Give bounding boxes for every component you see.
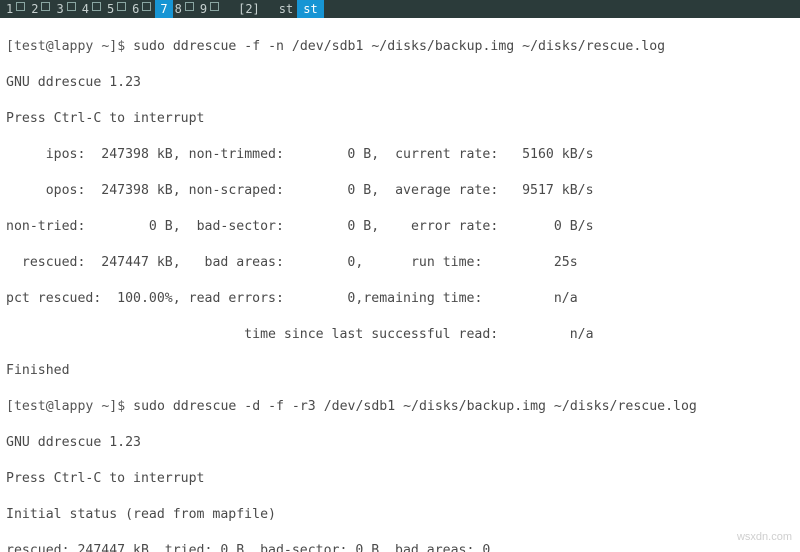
layout-indicator: [2] [235,0,263,18]
interrupt-hint-2: Press Ctrl-C to interrupt [6,470,794,488]
last-read-row-1: time since last successful read: n/a [6,326,794,344]
workspace-3[interactable]: 3 [54,0,75,18]
terminal[interactable]: [test@lappy ~]$ sudo ddrescue -f -n /dev… [0,18,800,552]
workspace-9[interactable]: 9 [198,0,219,18]
finished-1: Finished [6,362,794,380]
command-1: sudo ddrescue -f -n /dev/sdb1 ~/disks/ba… [133,39,665,54]
window-tag-1[interactable]: st [275,0,297,18]
workspace-4[interactable]: 4 [80,0,101,18]
status-row: ipos: 247398 kB, non-trimmed: 0 B, curre… [6,146,794,164]
initial-status-line: rescued: 247447 kB, tried: 0 B, bad-sect… [6,542,794,552]
status-row: opos: 247398 kB, non-scraped: 0 B, avera… [6,182,794,200]
workspace-6[interactable]: 6 [130,0,151,18]
workspace-2[interactable]: 2 [29,0,50,18]
program-header-2: GNU ddrescue 1.23 [6,434,794,452]
status-row: non-tried: 0 B, bad-sector: 0 B, error r… [6,218,794,236]
workspace-1[interactable]: 1 [4,0,25,18]
taskbar: 1 2 3 4 5 6 7 8 9 [2] st st [0,0,800,18]
status-row: pct rescued: 100.00%, read errors: 0,rem… [6,290,794,308]
workspace-8[interactable]: 8 [173,0,194,18]
workspace-5[interactable]: 5 [105,0,126,18]
command-2: sudo ddrescue -d -f -r3 /dev/sdb1 ~/disk… [133,399,697,414]
program-header-1: GNU ddrescue 1.23 [6,74,794,92]
status-row: rescued: 247447 kB, bad areas: 0, run ti… [6,254,794,272]
watermark: wsxdn.com [737,528,792,546]
initial-status-header: Initial status (read from mapfile) [6,506,794,524]
interrupt-hint-1: Press Ctrl-C to interrupt [6,110,794,128]
prompt-line-1: [test@lappy ~]$ sudo ddrescue -f -n /dev… [6,38,794,56]
window-tag-2-active[interactable]: st [297,0,323,18]
workspace-7-active[interactable]: 7 [155,0,172,18]
prompt-line-2: [test@lappy ~]$ sudo ddrescue -d -f -r3 … [6,398,794,416]
